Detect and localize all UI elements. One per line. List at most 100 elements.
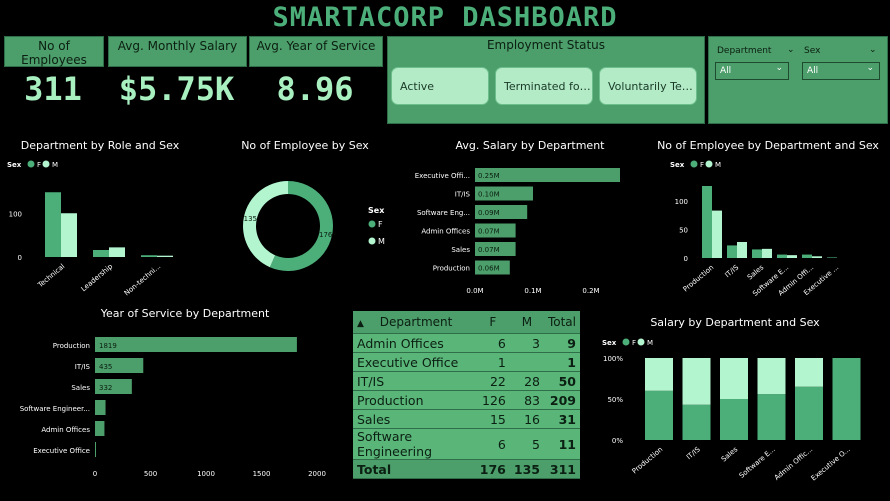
x-tick-label: Leadership [80,262,115,293]
legend-title: Sex [670,161,685,169]
legend-label-m: M [647,339,653,347]
bar-m [109,247,125,257]
y-tick-label: Admin Offices [41,426,90,434]
status-option-active[interactable]: Active [391,67,489,105]
matrix-header-m[interactable]: M [509,311,544,334]
department-slicer-label: Department [717,46,772,56]
chevron-down-icon: ⌄ [866,63,874,73]
table-row: Software Engineering 6 5 11 [353,428,580,460]
data-label: 0.07M [478,246,500,254]
legend-marker-f [690,160,698,168]
matrix-header-f[interactable]: F [475,311,510,334]
table-cell: 6 [475,333,510,353]
matrix-header-department[interactable]: ▲ Department [353,311,476,334]
data-label: 1819 [99,342,117,350]
table-cell [509,352,544,372]
donut-slice-m [243,181,288,268]
table-cell: 22 [475,371,510,391]
chart-emp-by-sex: 176 135 Sex FM [243,181,385,271]
department-dropdown[interactable]: All ⌄ [715,62,789,80]
employment-status-title: Employment Status [486,38,606,52]
bar-f [682,404,711,440]
chart-emp-dept-sex: Sex F M050100Production IT/IS SalesSoftware … [670,160,840,298]
table-cell: 209 [543,390,580,410]
chevron-down-icon[interactable]: ⌄ [869,45,877,55]
y-tick-label: 100 [9,210,22,218]
bar-f [93,250,109,257]
x-tick-label: IT/IS [723,263,740,279]
y-tick-label: 100% [603,355,623,363]
bar-f [45,192,61,257]
bar-f [832,358,861,440]
legend-label-f: F [632,339,636,347]
kpi-card-salary: Avg. Monthly Salary [108,36,247,67]
kpi-value-employees: 311 [24,70,82,108]
bar [95,442,96,457]
y-tick-label: 0 [684,255,688,263]
status-option-voluntary[interactable]: Voluntarily Ter… [599,67,697,105]
legend-marker-m [368,237,376,245]
legend-label-f: F [378,220,383,229]
x-tick-label: Technical [36,262,67,289]
legend-marker-m [42,160,50,168]
bar-f [827,257,837,258]
x-tick-label: Sales [746,263,766,281]
bar-m [645,358,673,391]
sex-dropdown[interactable]: All ⌄ [802,62,880,80]
bar-m [795,358,823,387]
matrix-header-total[interactable]: Total [543,311,580,334]
bar-f [757,394,786,440]
y-tick-label: Executive Office [33,447,90,455]
bar-m [812,256,822,258]
chart-title-avg-salary: Avg. Salary by Department [455,139,605,152]
chart-yos-dept: Production 1819 IT/IS 435 Sales 332 Software E… [20,337,326,478]
employment-status-slicer: Employment Status Active Terminated for…… [387,36,705,124]
y-tick-label: 0 [18,254,22,262]
y-tick-label: Production [53,342,90,350]
department-selected: All [720,66,732,76]
kpi-card-service: Avg. Year of Service [249,36,383,67]
filter-panel: Department ⌄ All ⌄ Sex ⌄ All ⌄ [708,36,888,124]
y-tick-label: Sales [451,246,470,254]
bar-f [777,254,787,258]
status-option-terminated[interactable]: Terminated for… [495,67,593,105]
bar-m [61,213,77,257]
legend-label-m: M [378,237,385,246]
y-tick-label: Software Eng... [417,209,470,217]
x-tick-label: Executive O... [810,445,852,482]
x-tick-label: 0.2M [582,287,599,295]
table-cell: IT/IS [353,371,476,391]
table-row: Production 126 83 209 [353,390,580,410]
donut-label: 176 [319,231,333,239]
bar [95,337,297,352]
y-tick-label: 50% [607,396,623,404]
table-cell: 5 [509,428,544,460]
table-cell: 28 [509,371,544,391]
sex-selected: All [807,66,819,76]
y-tick-label: 100 [675,198,688,206]
kpi-value-salary: $5.75K [118,70,235,108]
x-tick-label: 2000 [308,470,326,478]
y-tick-label: IT/IS [455,191,471,199]
chart-title-emp-sex: No of Employee by Sex [241,139,369,152]
table-cell: 176 [475,459,510,479]
table-row: Admin Offices 6 3 9 [353,333,580,353]
table-cell: 83 [509,390,544,410]
chart-title-yos: Year of Service by Department [100,307,270,320]
table-cell: Total [353,459,476,479]
legend-label-m: M [715,161,721,169]
table-cell: 15 [475,409,510,429]
legend-label-f: F [700,161,704,169]
sex-slicer-label: Sex [804,46,821,56]
data-label: 332 [99,384,112,392]
table-cell: 31 [543,409,580,429]
y-tick-label: Executive Offi... [415,172,470,180]
bar-f [752,249,762,258]
bar-m [762,248,772,258]
table-cell: 11 [543,428,580,460]
legend-label-m: M [52,161,58,169]
y-tick-label: Production [433,265,470,273]
table-row: Sales 15 16 31 [353,409,580,429]
chevron-down-icon[interactable]: ⌄ [787,45,795,55]
x-tick-label: 0.1M [524,287,541,295]
